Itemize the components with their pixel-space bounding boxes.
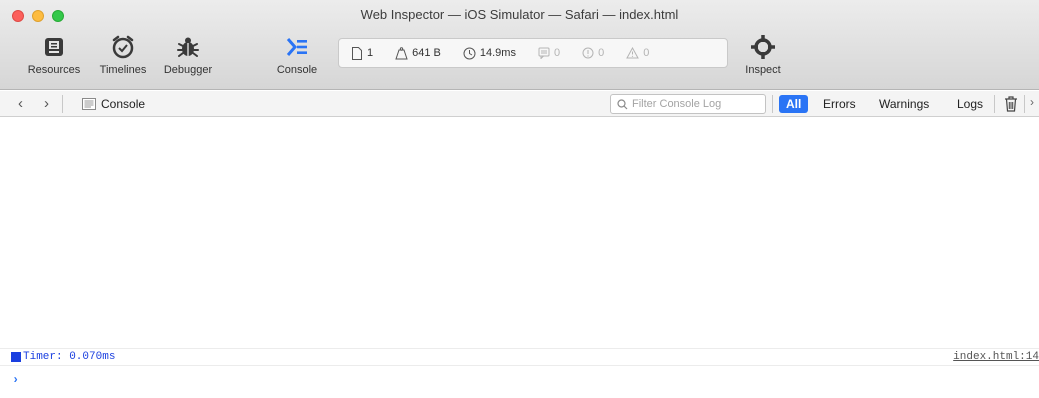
log-level-marker: [11, 352, 21, 362]
search-icon: [617, 98, 628, 109]
console-prompt-row[interactable]: ›: [0, 367, 1039, 397]
inspect-button[interactable]: Inspect: [738, 34, 788, 76]
clock-icon: [463, 47, 476, 59]
resources-icon: [45, 38, 63, 56]
navbar-divider: [62, 95, 63, 113]
warnings-count: 0: [643, 47, 650, 59]
clear-log-trash-icon[interactable]: [1003, 95, 1019, 113]
dashboard: 1 641 B 14.9ms 0 0 0: [338, 38, 728, 68]
console-prompt-input[interactable]: [26, 371, 1026, 389]
error-icon: [582, 47, 594, 59]
resources-label: Resources: [27, 64, 81, 76]
document-icon: [352, 46, 362, 60]
weight-icon: [395, 46, 408, 59]
load-time: 14.9ms: [479, 47, 516, 59]
filter-console-input[interactable]: [632, 98, 758, 110]
breadcrumb-label: Console: [101, 97, 146, 111]
errors-count: 0: [598, 47, 605, 59]
logs-count: 0: [553, 47, 561, 59]
console-navigation-bar: ‹ › Console All Errors Warnings Logs ›: [0, 91, 1039, 117]
errors-count-item[interactable]: 0: [582, 47, 604, 59]
console-log-icon: [82, 98, 96, 110]
scope-all-button[interactable]: All: [779, 95, 809, 113]
more-chevron-icon[interactable]: ›: [1030, 95, 1034, 109]
debugger-label: Debugger: [163, 64, 213, 76]
scope-warnings-button[interactable]: Warnings: [872, 95, 936, 113]
resource-size-item[interactable]: 641 B: [395, 46, 441, 60]
warnings-count-item[interactable]: 0: [626, 47, 649, 59]
console-tab-button[interactable]: Console: [270, 34, 324, 76]
forward-arrow-icon[interactable]: ›: [44, 95, 49, 113]
scope-errors-button[interactable]: Errors: [816, 95, 863, 113]
breadcrumb[interactable]: Console: [82, 97, 145, 111]
logs-count-item[interactable]: 0: [538, 47, 560, 59]
resource-size: 641 B: [412, 47, 441, 59]
inspect-label: Inspect: [745, 64, 781, 76]
window-title: Web Inspector — iOS Simulator — Safari —…: [360, 7, 679, 22]
console-log-area: [0, 118, 1039, 348]
prompt-chevron-icon: ›: [12, 373, 20, 387]
crosshair-icon: [751, 35, 775, 59]
resource-count: 1: [367, 47, 374, 59]
trash-divider: [1024, 95, 1025, 113]
back-arrow-icon[interactable]: ‹: [18, 95, 23, 113]
filter-console-field[interactable]: [610, 94, 766, 114]
console-message-source-link[interactable]: index.html:14: [953, 351, 1039, 363]
warning-icon: [626, 47, 640, 59]
window-toolbar: Web Inspector — iOS Simulator — Safari —…: [0, 0, 1039, 90]
console-message-text: Timer: 0.070ms: [23, 351, 116, 363]
console-label: Console: [276, 64, 318, 76]
resource-count-item[interactable]: 1: [351, 46, 374, 60]
filter-divider: [772, 95, 773, 113]
timelines-tab-button[interactable]: Timelines: [94, 34, 152, 76]
resources-tab-button[interactable]: Resources: [22, 34, 86, 76]
log-message-icon: [538, 47, 550, 59]
timelines-label: Timelines: [99, 64, 147, 76]
bug-icon: [177, 37, 199, 57]
console-message-row[interactable]: Timer: 0.070ms index.html:14: [0, 348, 1039, 366]
stopwatch-icon: [112, 35, 134, 59]
scope-divider: [994, 95, 995, 113]
debugger-tab-button[interactable]: Debugger: [158, 34, 218, 76]
scope-logs-button[interactable]: Logs: [950, 95, 990, 113]
load-time-item[interactable]: 14.9ms: [463, 47, 516, 60]
console-icon: [286, 38, 307, 56]
